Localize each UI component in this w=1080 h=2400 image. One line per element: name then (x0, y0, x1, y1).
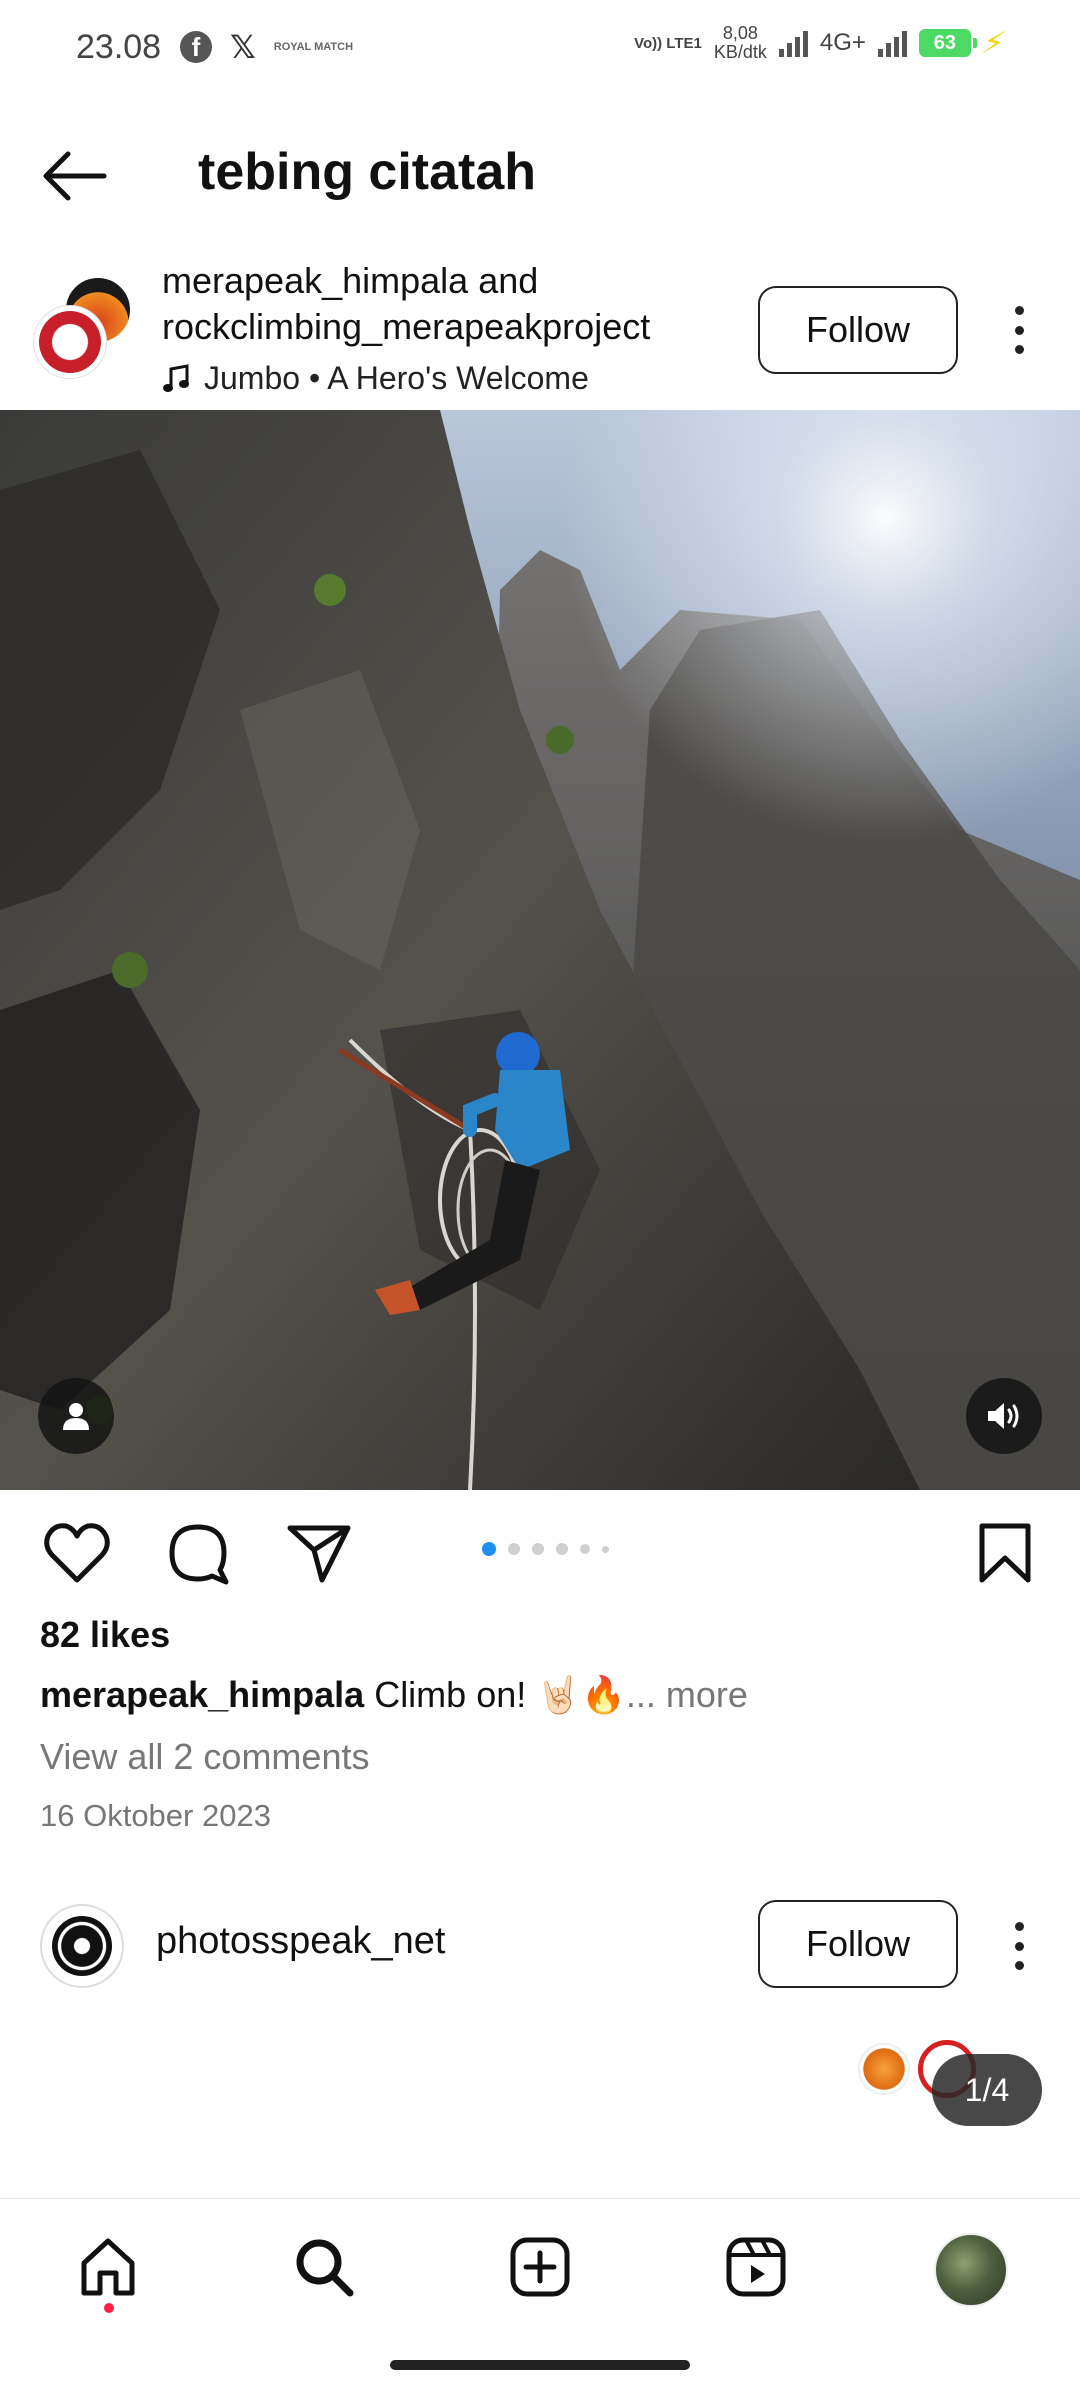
person-tag-icon[interactable] (38, 1378, 114, 1454)
status-bar: 23.08 f 𝕏 ROYAL MATCH Vo)) LTE1 8,08 KB/… (0, 0, 1080, 96)
author-username[interactable]: merapeak_himpala (162, 260, 468, 301)
more-vertical-icon[interactable] (1004, 1916, 1034, 1976)
collab-avatars[interactable] (34, 276, 138, 380)
facebook-icon: f (180, 31, 212, 63)
post-actions (0, 1490, 1080, 1610)
carousel-dot (602, 1545, 609, 1553)
carousel-dot-active (482, 1542, 496, 1556)
post-music[interactable]: Jumbo • A Hero's Welcome (162, 360, 589, 397)
gesture-bar[interactable] (390, 2360, 690, 2370)
royal-match-icon: ROYAL MATCH (273, 41, 354, 53)
caption-more-link[interactable]: ... more (626, 1674, 748, 1715)
heart-icon[interactable] (42, 1520, 112, 1586)
status-right-icons: Vo)) LTE1 8,08 KB/dtk 4G+ 63 ⚡ (634, 24, 1008, 62)
bottom-navigation (0, 2198, 1080, 2338)
status-left-icons: f 𝕏 ROYAL MATCH (180, 28, 353, 66)
post-date: 16 Oktober 2023 (40, 1798, 271, 1833)
search-icon[interactable] (286, 2229, 362, 2305)
network-type: 4G+ (819, 29, 866, 56)
author-username[interactable]: photosspeak_net (156, 1920, 445, 1963)
post-header: merapeak_himpala and rockclimbing_merape… (0, 250, 1080, 410)
post-image[interactable] (0, 410, 1080, 1490)
volte-indicator: Vo)) LTE1 (634, 34, 702, 52)
more-vertical-icon[interactable] (1004, 300, 1034, 360)
avatar[interactable] (34, 306, 106, 378)
music-title: Jumbo • A Hero's Welcome (204, 360, 589, 396)
carousel-counter: 1/4 (932, 2054, 1042, 2126)
signal-icon (778, 29, 808, 57)
home-icon[interactable] (70, 2229, 146, 2305)
author-connector: and (468, 260, 539, 301)
network-speed: 8,08 KB/dtk (714, 24, 767, 62)
lightning-icon: ⚡ (978, 26, 1009, 60)
page-title: tebing citatah (198, 143, 537, 201)
create-post-icon[interactable] (502, 2229, 578, 2305)
caption-username[interactable]: merapeak_himpala (40, 1674, 364, 1715)
page-header: tebing citatah (0, 120, 1080, 230)
speed-unit: KB/dtk (713, 42, 767, 62)
carousel-dot (532, 1543, 544, 1555)
notification-dot (104, 2303, 114, 2313)
profile-avatar[interactable] (934, 2233, 1008, 2307)
view-comments-link[interactable]: View all 2 comments (40, 1736, 369, 1778)
x-icon: 𝕏 (230, 29, 256, 65)
speaker-icon[interactable] (966, 1378, 1042, 1454)
carousel-dot (508, 1543, 520, 1555)
carousel-dot (556, 1543, 568, 1555)
avatar[interactable] (40, 1904, 124, 1988)
post-caption: merapeak_himpala Climb on! 🤘🏻🔥... more (40, 1674, 748, 1716)
battery-icon: 63 (918, 29, 977, 57)
next-post-header: photosspeak_net Follow (0, 1886, 1080, 2016)
reels-icon[interactable] (718, 2229, 794, 2305)
carousel-indicator (482, 1542, 609, 1556)
bookmark-icon[interactable] (970, 1520, 1040, 1586)
comment-icon[interactable] (164, 1520, 234, 1586)
music-note-icon (163, 363, 189, 392)
follow-button[interactable]: Follow (758, 286, 958, 374)
climber-photo (0, 410, 1080, 1490)
back-arrow-icon[interactable] (40, 148, 110, 204)
send-icon[interactable] (284, 1520, 354, 1586)
signal-icon-2 (877, 29, 907, 57)
speed-value: 8,08 (722, 23, 758, 43)
status-time: 23.08 (76, 28, 162, 66)
caption-text: Climb on! 🤘🏻🔥 (364, 1674, 626, 1715)
follow-button[interactable]: Follow (758, 1900, 958, 1988)
club-logo (858, 2043, 910, 2095)
likes-count[interactable]: 82 likes (40, 1614, 170, 1656)
post-authors: merapeak_himpala and rockclimbing_merape… (162, 258, 650, 350)
carousel-dot (580, 1544, 590, 1554)
author-username[interactable]: rockclimbing_merapeakproject (162, 304, 650, 350)
